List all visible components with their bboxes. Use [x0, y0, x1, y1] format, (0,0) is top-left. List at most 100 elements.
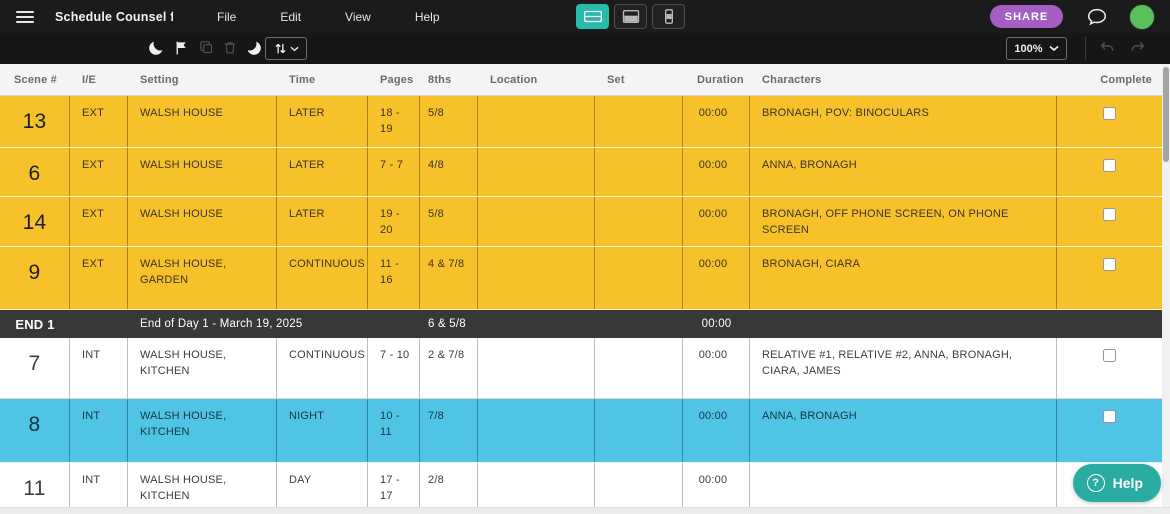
- chat-icon[interactable]: [1086, 6, 1108, 28]
- complete-checkbox[interactable]: [1103, 410, 1116, 423]
- calendar-view-button[interactable]: [614, 4, 647, 29]
- cell-complete: [1057, 197, 1162, 246]
- col-header-location: Location: [490, 73, 538, 86]
- hamburger-menu-icon[interactable]: [16, 10, 34, 23]
- cell-8ths: 4/8: [420, 148, 478, 196]
- help-button[interactable]: ? Help: [1072, 464, 1161, 502]
- col-header-complete: Complete: [1100, 73, 1152, 86]
- cell-characters: BRONAGH, CIARA: [750, 247, 1057, 309]
- cell-set: [595, 247, 683, 309]
- cell-characters: RELATIVE #1, RELATIVE #2, ANNA, BRONAGH,…: [750, 338, 1057, 398]
- zoom-level: 100%: [1014, 42, 1043, 55]
- cell-duration: 00:00: [683, 338, 750, 398]
- report-view-icon: [659, 9, 679, 24]
- vertical-scrollbar[interactable]: [1162, 64, 1170, 507]
- stripboard-rows: 13 EXT WALSH HOUSE LATER 18 - 19 5/8 00:…: [0, 96, 1162, 514]
- report-view-button[interactable]: [652, 4, 685, 29]
- menubar: Schedule Counsel for the File Edit View …: [0, 0, 1170, 33]
- cell-ie: INT: [70, 399, 128, 462]
- document-title[interactable]: Schedule Counsel for the: [55, 10, 173, 24]
- cell-time: CONTINUOUS: [277, 247, 368, 309]
- cell-characters: BRONAGH, POV: BINOCULARS: [750, 96, 1057, 147]
- complete-checkbox[interactable]: [1103, 159, 1116, 172]
- day-night-icon[interactable]: [147, 39, 165, 57]
- zoom-dropdown[interactable]: 100%: [1006, 37, 1067, 60]
- cell-time: NIGHT: [277, 399, 368, 462]
- cell-pages: 19 - 20: [368, 197, 420, 246]
- cell-ie: EXT: [70, 96, 128, 147]
- cell-pages: 11 - 16: [368, 247, 420, 309]
- cell-time: LATER: [277, 148, 368, 196]
- menu-help[interactable]: Help: [415, 10, 440, 24]
- cell-set: [595, 96, 683, 147]
- cell-ie: EXT: [70, 197, 128, 246]
- cell-time: CONTINUOUS: [277, 338, 368, 398]
- cell-location: [478, 399, 595, 462]
- cell-ie: INT: [70, 338, 128, 398]
- col-header-time: Time: [289, 73, 316, 86]
- chevron-down-icon: [290, 46, 299, 52]
- undo-icon[interactable]: [1099, 39, 1117, 57]
- cell-ie: EXT: [70, 148, 128, 196]
- cell-setting: WALSH HOUSE, KITCHEN: [128, 399, 277, 462]
- cell-setting: WALSH HOUSE: [128, 148, 277, 196]
- share-button[interactable]: SHARE: [990, 5, 1063, 28]
- flag-icon[interactable]: [173, 39, 191, 57]
- cell-duration: 00:00: [683, 148, 750, 196]
- menu-edit[interactable]: Edit: [280, 10, 301, 24]
- cell-8ths: 4 & 7/8: [420, 247, 478, 309]
- scene-row[interactable]: 14 EXT WALSH HOUSE LATER 19 - 20 5/8 00:…: [0, 197, 1162, 247]
- complete-checkbox[interactable]: [1103, 258, 1116, 271]
- scene-row[interactable]: 9 EXT WALSH HOUSE, GARDEN CONTINUOUS 11 …: [0, 247, 1162, 310]
- cell-time: LATER: [277, 96, 368, 147]
- cell-set: [595, 148, 683, 196]
- cell-set: [595, 399, 683, 462]
- vertical-scrollbar-thumb[interactable]: [1163, 67, 1169, 162]
- cell-pages: 7 - 10: [368, 338, 420, 398]
- cell-location: [478, 247, 595, 309]
- scene-number: 14: [0, 197, 70, 246]
- user-avatar[interactable]: [1129, 4, 1155, 30]
- schedule-app-window: Schedule Counsel for the File Edit View …: [0, 0, 1170, 514]
- scene-row[interactable]: 8 INT WALSH HOUSE, KITCHEN NIGHT 10 - 11…: [0, 399, 1162, 463]
- redo-icon[interactable]: [1129, 39, 1147, 57]
- stripboard-view-button[interactable]: [576, 4, 609, 29]
- cell-pages: 7 - 7: [368, 148, 420, 196]
- cell-setting: WALSH HOUSE: [128, 96, 277, 147]
- sort-dropdown[interactable]: [265, 37, 307, 60]
- cell-setting: WALSH HOUSE, KITCHEN: [128, 338, 277, 398]
- cell-duration: 00:00: [683, 247, 750, 309]
- col-header-pages: Pages: [380, 73, 414, 86]
- cell-8ths: 5/8: [420, 96, 478, 147]
- help-question-icon: ?: [1086, 474, 1105, 492]
- scene-row[interactable]: 13 EXT WALSH HOUSE LATER 18 - 19 5/8 00:…: [0, 96, 1162, 148]
- cell-characters: ANNA, BRONAGH: [750, 148, 1057, 196]
- night-mode-icon[interactable]: [245, 39, 263, 57]
- stripboard-view-icon: [583, 9, 603, 24]
- scene-number: 13: [0, 96, 70, 147]
- scene-number: 8: [0, 399, 70, 462]
- calendar-view-icon: [621, 9, 641, 24]
- trash-icon[interactable]: [222, 39, 240, 57]
- complete-checkbox[interactable]: [1103, 349, 1116, 362]
- col-header-set: Set: [607, 73, 625, 86]
- cell-pages: 10 - 11: [368, 399, 420, 462]
- duplicate-icon[interactable]: [198, 39, 216, 57]
- cell-complete: [1057, 338, 1162, 398]
- scene-number: 9: [0, 247, 70, 309]
- complete-checkbox[interactable]: [1103, 208, 1116, 221]
- complete-checkbox[interactable]: [1103, 107, 1116, 120]
- cell-complete: [1057, 148, 1162, 196]
- scene-row[interactable]: 6 EXT WALSH HOUSE LATER 7 - 7 4/8 00:00 …: [0, 148, 1162, 197]
- view-switcher: [576, 4, 685, 29]
- cell-complete: [1057, 399, 1162, 462]
- menu-view[interactable]: View: [345, 10, 371, 24]
- cell-8ths: 7/8: [420, 399, 478, 462]
- menu-file[interactable]: File: [217, 10, 236, 24]
- cell-pages: 18 - 19: [368, 96, 420, 147]
- day-break-row[interactable]: END 1 End of Day 1 - March 19, 2025 6 & …: [0, 310, 1162, 338]
- col-header-scene: Scene #: [14, 73, 57, 86]
- horizontal-scrollbar[interactable]: [0, 507, 1170, 514]
- scene-row[interactable]: 7 INT WALSH HOUSE, KITCHEN CONTINUOUS 7 …: [0, 338, 1162, 399]
- cell-characters: ANNA, BRONAGH: [750, 399, 1057, 462]
